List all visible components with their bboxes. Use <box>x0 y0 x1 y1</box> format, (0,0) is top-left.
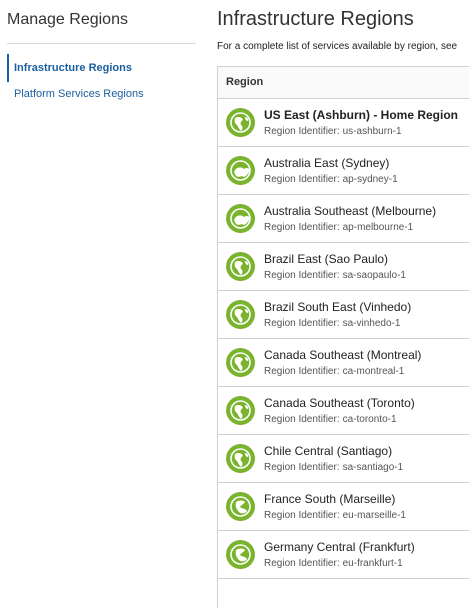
region-identifier: Region Identifier: eu-marseille-1 <box>264 510 406 521</box>
region-identifier-label: Region Identifier: <box>264 510 340 521</box>
sidebar-divider <box>7 43 196 44</box>
region-name: Brazil East (Sao Paulo) <box>264 252 389 266</box>
table-row: Australia Southeast (Melbourne) Region Id… <box>218 195 469 243</box>
intro-text: For a complete list of services availabl… <box>217 41 458 52</box>
table-row: Brazil South East (Vinhedo) Region Identi… <box>218 291 469 339</box>
globe-americas-icon <box>226 300 255 329</box>
region-name: Canada Southeast (Toronto) <box>264 396 415 410</box>
region-name: Chile Central (Santiago) <box>264 444 393 458</box>
region-identifier: Region Identifier: us-ashburn-1 <box>264 126 402 137</box>
region-identifier: Region Identifier: ap-melbourne-1 <box>264 222 413 233</box>
region-identifier: Region Identifier: ca-toronto-1 <box>264 414 397 425</box>
globe-europe-icon <box>226 492 255 521</box>
globe-americas-icon <box>226 348 255 377</box>
region-identifier-value: us-ashburn-1 <box>342 126 402 137</box>
page: Manage Regions Infrastructure Regions Pl… <box>0 0 469 608</box>
region-name: Australia East (Sydney) <box>264 156 390 170</box>
region-identifier-label: Region Identifier: <box>264 366 340 377</box>
globe-americas-icon <box>226 108 255 137</box>
table-row: France South (Marseille) Region Identifie… <box>218 483 469 531</box>
globe-asia-icon <box>226 204 255 233</box>
sidebar-title: Manage Regions <box>7 11 128 28</box>
region-name: Australia Southeast (Melbourne) <box>264 204 437 218</box>
region-name: France South (Marseille) <box>264 492 396 506</box>
region-identifier: Region Identifier: sa-santiago-1 <box>264 462 403 473</box>
region-identifier-value: eu-marseille-1 <box>342 510 406 521</box>
table-row: Canada Southeast (Montreal) Region Identi… <box>218 339 469 387</box>
table-row: US East (Ashburn) - Home Region Region Id… <box>218 99 469 147</box>
region-name: US East (Ashburn) - Home Region <box>264 108 459 122</box>
region-identifier-label: Region Identifier: <box>264 174 340 185</box>
region-identifier-value: ap-sydney-1 <box>342 174 398 185</box>
region-identifier: Region Identifier: sa-saopaulo-1 <box>264 270 406 281</box>
region-identifier-value: ca-toronto-1 <box>342 414 397 425</box>
region-identifier-label: Region Identifier: <box>264 414 340 425</box>
region-name: Germany Central (Frankfurt) <box>264 540 415 554</box>
table-row: Brazil East (Sao Paulo) Region Identifier… <box>218 243 469 291</box>
region-identifier-value: ap-melbourne-1 <box>342 222 414 233</box>
region-identifier-label: Region Identifier: <box>264 270 340 281</box>
globe-americas-icon <box>226 252 255 281</box>
column-header-region: Region <box>218 67 469 99</box>
table-body: US East (Ashburn) - Home Region Region Id… <box>218 99 469 579</box>
sidebar: Manage Regions Infrastructure Regions Pl… <box>0 0 200 608</box>
region-identifier-value: sa-saopaulo-1 <box>342 270 406 281</box>
region-identifier-value: sa-vinhedo-1 <box>342 318 401 329</box>
page-title: Infrastructure Regions <box>217 8 414 30</box>
region-identifier-value: sa-santiago-1 <box>342 462 404 473</box>
sidebar-item-platform-services-regions[interactable]: Platform Services Regions <box>7 80 196 108</box>
region-identifier: Region Identifier: eu-frankfurt-1 <box>264 558 403 569</box>
main-content: Infrastructure Regions For a complete li… <box>217 0 469 608</box>
region-name: Brazil South East (Vinhedo) <box>264 300 412 314</box>
region-identifier-value: eu-frankfurt-1 <box>342 558 403 569</box>
sidebar-item-infrastructure-regions[interactable]: Infrastructure Regions <box>7 54 196 82</box>
globe-americas-icon <box>226 444 255 473</box>
region-identifier-label: Region Identifier: <box>264 318 340 329</box>
region-identifier-value: ca-montreal-1 <box>342 366 405 377</box>
regions-table: Region US East (Ashburn) - Home Region Re… <box>217 66 469 608</box>
region-identifier-label: Region Identifier: <box>264 126 340 137</box>
region-identifier-label: Region Identifier: <box>264 222 340 233</box>
region-identifier: Region Identifier: sa-vinhedo-1 <box>264 318 400 329</box>
table-row: Chile Central (Santiago) Region Identifie… <box>218 435 469 483</box>
region-identifier: Region Identifier: ca-montreal-1 <box>264 366 404 377</box>
globe-asia-icon <box>226 156 255 185</box>
table-row: Germany Central (Frankfurt) Region Identi… <box>218 531 469 579</box>
region-name: Canada Southeast (Montreal) <box>264 348 422 362</box>
globe-europe-icon <box>226 540 255 569</box>
region-identifier-label: Region Identifier: <box>264 462 340 473</box>
table-row: Australia East (Sydney) Region Identifier… <box>218 147 469 195</box>
region-identifier-label: Region Identifier: <box>264 558 340 569</box>
table-row: Canada Southeast (Toronto) Region Identif… <box>218 387 469 435</box>
region-identifier: Region Identifier: ap-sydney-1 <box>264 174 398 185</box>
globe-americas-icon <box>226 396 255 425</box>
